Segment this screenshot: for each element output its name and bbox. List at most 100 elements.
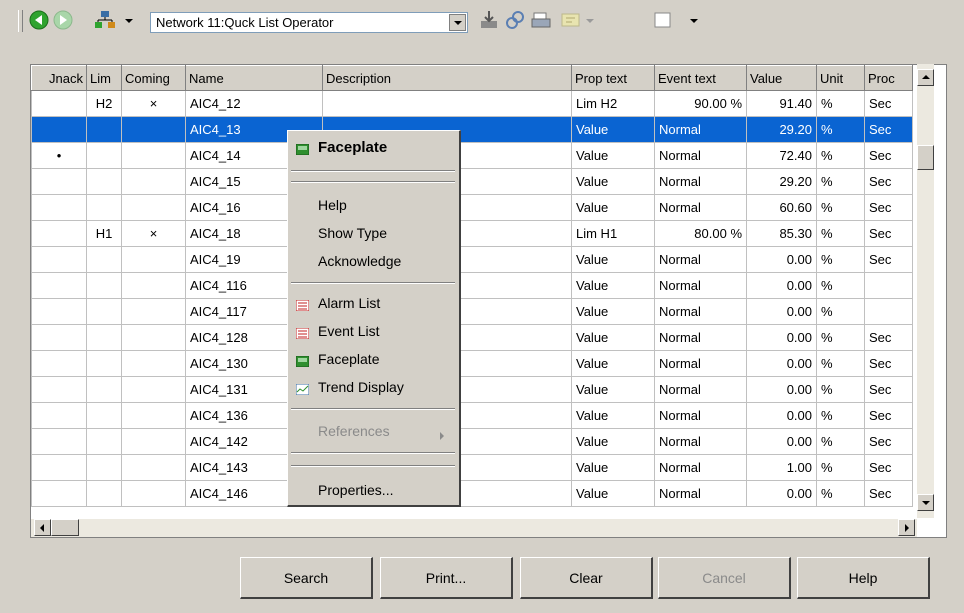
cell-jnack — [31, 402, 87, 429]
col-header-description[interactable]: Description — [322, 65, 572, 91]
hscroll-thumb[interactable] — [51, 519, 79, 536]
vertical-scrollbar[interactable] — [917, 64, 934, 518]
clear-button[interactable]: Clear — [520, 557, 653, 599]
horizontal-scrollbar[interactable] — [31, 519, 917, 537]
table-row[interactable]: AIC4_131 Value Normal 0.00% Sec — [31, 376, 913, 403]
table-row[interactable]: AIC4_136 Value Normal 0.00% Sec — [31, 402, 913, 429]
help-button[interactable]: Help — [797, 557, 930, 599]
cell-proc: Sec — [864, 454, 913, 481]
table-row[interactable]: AIC4_15 Value Normal 29.20% Sec — [31, 168, 913, 195]
col-header-name[interactable]: Name — [185, 65, 323, 91]
col-header-value[interactable]: Value — [746, 65, 817, 91]
arrow-up-icon — [922, 75, 930, 79]
cell-description — [322, 90, 572, 117]
filter-dropdown-icon[interactable] — [586, 19, 594, 23]
trend-display-icon — [295, 383, 310, 396]
cell-unit: % — [816, 324, 865, 351]
menu-item-faceplate[interactable]: Faceplate — [318, 351, 379, 367]
network-select[interactable]: Network 11:Quck List Operator — [150, 12, 468, 33]
cell-value: 91.40 — [746, 90, 817, 117]
cell-jnack — [31, 428, 87, 455]
cell-coming — [121, 350, 186, 377]
download-icon[interactable] — [478, 9, 500, 31]
cell-prop-text: Value — [571, 272, 655, 299]
cell-coming — [121, 298, 186, 325]
cell-proc: Sec — [864, 350, 913, 377]
cell-value: 1.00 — [746, 454, 817, 481]
cell-event-text: Normal — [654, 194, 747, 221]
filter-icon[interactable] — [560, 9, 582, 31]
table-header-row: Jnack Lim Coming Name Description Prop t… — [31, 65, 913, 91]
toolbar-grip[interactable] — [18, 10, 23, 32]
menu-item-show-type[interactable]: Show Type — [318, 225, 387, 241]
table-row[interactable]: AIC4_142 Value Normal 0.00% Sec — [31, 428, 913, 455]
cell-lim — [86, 168, 122, 195]
cell-coming — [121, 272, 186, 299]
cell-coming — [121, 428, 186, 455]
cell-lim — [86, 454, 122, 481]
cell-jnack — [31, 350, 87, 377]
table-row[interactable]: AIC4_19 Value Normal 0.00% Sec — [31, 246, 913, 273]
col-header-proc[interactable]: Proc — [864, 65, 913, 91]
col-header-unit[interactable]: Unit — [816, 65, 865, 91]
tree-icon[interactable] — [94, 9, 116, 31]
col-header-event-text[interactable]: Event text — [654, 65, 747, 91]
scroll-up-button[interactable] — [917, 69, 934, 86]
table-row[interactable]: H2 × AIC4_12 Lim H2 90.00 % 91.40% Sec — [31, 90, 913, 117]
cell-jnack — [31, 324, 87, 351]
cell-event-text: Normal — [654, 428, 747, 455]
forward-arrow-icon[interactable] — [52, 9, 74, 31]
table-row[interactable]: AIC4_16 Value Normal 60.60% Sec — [31, 194, 913, 221]
table-row[interactable]: AIC4_146 Value Normal 0.00% Sec — [31, 480, 913, 507]
arrow-left-icon — [40, 524, 44, 532]
window-dropdown-icon[interactable] — [690, 19, 698, 23]
menu-item-properties[interactable]: Properties... — [318, 482, 393, 498]
scroll-right-button[interactable] — [898, 519, 915, 536]
table-row[interactable]: AIC4_117 Value Normal 0.00% — [31, 298, 913, 325]
col-header-jnack[interactable]: Jnack — [31, 65, 87, 91]
menu-item-alarm-list[interactable]: Alarm List — [318, 295, 380, 311]
cell-value: 0.00 — [746, 428, 817, 455]
context-menu: Faceplate Help Show Type Acknowledge Ala… — [287, 130, 461, 507]
print-button[interactable]: Print... — [380, 557, 513, 599]
chevron-down-icon[interactable] — [449, 14, 466, 31]
cell-prop-text: Value — [571, 428, 655, 455]
alarm-list-grid[interactable]: Jnack Lim Coming Name Description Prop t… — [30, 64, 947, 538]
table-row[interactable]: AIC4_143 Value Normal 1.00% Sec — [31, 454, 913, 481]
cell-prop-text: Lim H2 — [571, 90, 655, 117]
menu-item-trend-display[interactable]: Trend Display — [318, 379, 404, 395]
menu-item-help[interactable]: Help — [318, 197, 347, 213]
menu-item-event-list[interactable]: Event List — [318, 323, 379, 339]
cell-coming: × — [121, 220, 186, 247]
table-row[interactable]: AIC4_116 Value Normal 0.00% — [31, 272, 913, 299]
alarm-list-icon — [295, 299, 310, 312]
cell-unit: % — [816, 480, 865, 507]
col-header-prop-text[interactable]: Prop text — [571, 65, 655, 91]
toolbar: Network 11:Quck List Operator — [0, 0, 964, 40]
cell-event-text: Normal — [654, 168, 747, 195]
link-icon[interactable] — [504, 9, 526, 31]
scroll-down-button[interactable] — [917, 494, 934, 511]
table-row[interactable]: AIC4_13 Value Normal 29.20% Sec — [31, 116, 913, 143]
scroll-thumb[interactable] — [917, 145, 934, 170]
back-arrow-icon[interactable] — [28, 9, 50, 31]
table-row[interactable]: • AIC4_14 Value Normal 72.40% Sec — [31, 142, 913, 169]
tree-dropdown-icon[interactable] — [125, 19, 133, 23]
menu-item-faceplate-header[interactable]: Faceplate — [318, 139, 387, 156]
col-header-coming[interactable]: Coming — [121, 65, 186, 91]
print-icon[interactable] — [530, 9, 552, 31]
scroll-left-button[interactable] — [34, 519, 51, 536]
cell-jnack — [31, 298, 87, 325]
table-row[interactable]: AIC4_130 Value Normal 0.00% Sec — [31, 350, 913, 377]
cell-proc: Sec — [864, 116, 913, 143]
table-row[interactable]: H1 × AIC4_18 Lim H1 80.00 % 85.30% Sec — [31, 220, 913, 247]
faceplate-icon — [295, 143, 310, 156]
cell-jnack — [31, 168, 87, 195]
col-header-lim[interactable]: Lim — [86, 65, 122, 91]
table-row[interactable]: AIC4_128 Value Normal 0.00% Sec — [31, 324, 913, 351]
menu-item-acknowledge[interactable]: Acknowledge — [318, 253, 401, 269]
search-button[interactable]: Search — [240, 557, 373, 599]
cell-proc — [864, 298, 913, 325]
window-icon[interactable] — [652, 9, 674, 31]
cell-unit: % — [816, 194, 865, 221]
